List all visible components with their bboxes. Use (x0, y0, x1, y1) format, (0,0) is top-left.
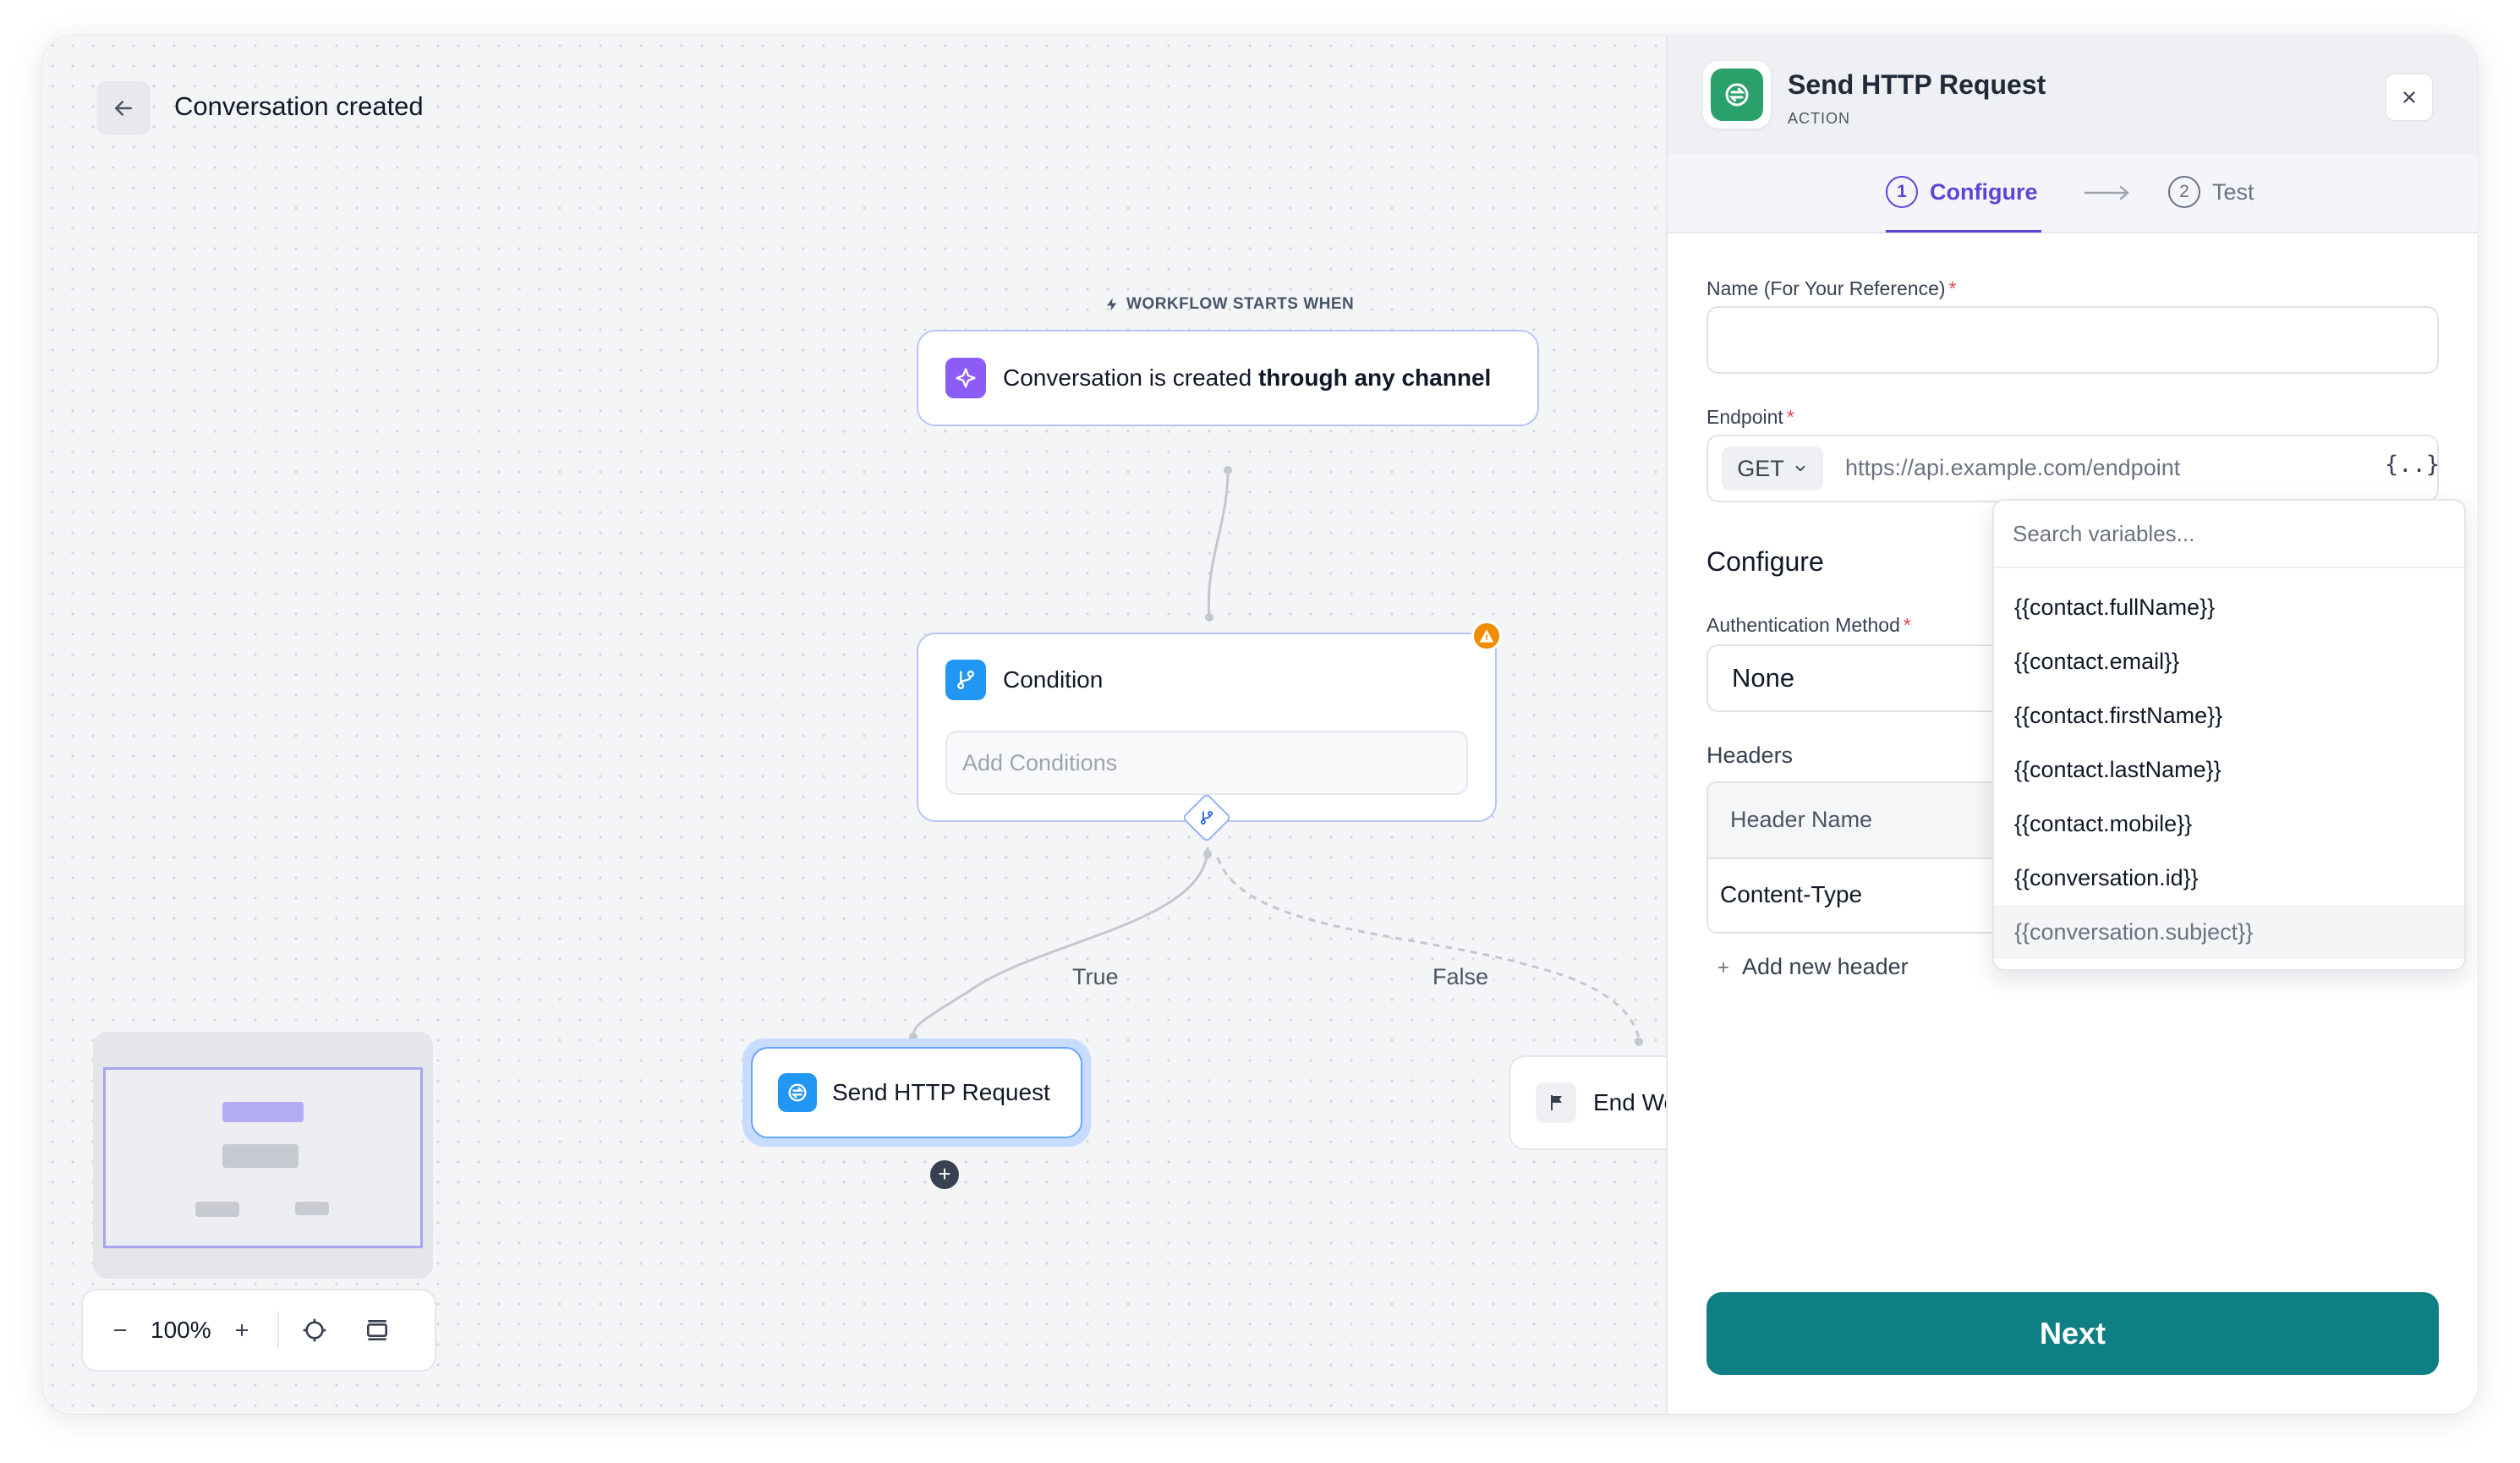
plus-icon (235, 1324, 248, 1336)
workflow-canvas[interactable]: Conversation created WORKFLOW STARTS WHE… (42, 36, 1796, 1414)
chevron-down-icon (1795, 465, 1805, 472)
name-field-label: Name (For Your Reference) * (1706, 277, 1957, 299)
plus-icon (1718, 962, 1728, 973)
globe-icon (778, 1073, 817, 1112)
list-item[interactable]: {{contact.email}} (1994, 634, 2464, 688)
true-edge-label: True (1067, 964, 1124, 990)
step-test[interactable]: 2 Test (2168, 176, 2254, 208)
branch-icon (945, 660, 986, 700)
add-conditions-input[interactable]: Add Conditions (945, 731, 1468, 795)
zoom-toolbar: 100% (81, 1289, 436, 1372)
header-name-column: Header Name (1730, 807, 1873, 832)
http-node-title: Send HTTP Request (832, 1079, 1050, 1105)
add-header-button[interactable]: Add new header (1715, 954, 1909, 980)
condition-header: Condition (945, 660, 1103, 700)
layers-icon (366, 1320, 387, 1340)
step-number: 2 (2168, 176, 2200, 208)
minimap-node (195, 1202, 239, 1217)
steps-bar: 1 Configure 2 Test (1668, 154, 2478, 233)
list-item[interactable]: {{contact.mobile}} (1994, 797, 2464, 851)
minus-icon (114, 1329, 126, 1331)
http-request-node[interactable]: Send HTTP Request (742, 1038, 1091, 1147)
variables-search-input[interactable]: Search variables... (1994, 501, 2464, 568)
panel-header: Send HTTP Request ACTION (1668, 36, 2478, 154)
close-icon (2403, 91, 2415, 103)
fit-view-button[interactable] (359, 1312, 396, 1349)
zoom-level: 100% (151, 1317, 211, 1343)
list-item[interactable]: {{contact.firstName}} (1994, 688, 2464, 742)
active-step-indicator (1886, 230, 2041, 233)
endpoint-label: Endpoint * (1706, 406, 1794, 428)
condition-title: Condition (1003, 666, 1104, 693)
false-edge-label: False (1427, 964, 1494, 990)
toolbar-divider (277, 1312, 279, 1349)
close-button[interactable] (2385, 73, 2434, 122)
panel-title: Send HTTP Request (1788, 69, 2046, 100)
add-step-button[interactable]: + (930, 1160, 959, 1189)
minimap-node (222, 1102, 304, 1122)
app-window: Conversation created WORKFLOW STARTS WHE… (42, 36, 2478, 1414)
endpoint-field[interactable]: GET https://api.example.com/endpoint {..… (1706, 435, 2440, 502)
list-item[interactable]: {{contact.fullName}} (1994, 580, 2464, 634)
header-name-cell[interactable]: Content-Type (1720, 881, 1862, 908)
step-configure[interactable]: 1 Configure (1886, 176, 2038, 208)
end-node-title: End Wo (1593, 1089, 1678, 1115)
step-number: 1 (1886, 176, 1918, 208)
configure-section-title: Configure (1706, 546, 1824, 577)
sparkle-icon (945, 358, 986, 398)
panel-subtitle: ACTION (1788, 110, 1851, 127)
minimap-viewport[interactable] (103, 1067, 423, 1248)
globe-icon (1711, 68, 1763, 121)
action-config-panel: Send HTTP Request ACTION 1 Configure 2 T… (1666, 36, 2478, 1414)
flag-icon (1536, 1082, 1576, 1123)
list-item[interactable]: {{conversation.subject}} (1994, 905, 2464, 959)
headers-title: Headers (1706, 742, 1794, 768)
lightning-icon (1107, 298, 1117, 311)
list-item[interactable]: {{conversation.id}} (1994, 851, 2464, 905)
warning-icon (1471, 621, 1502, 651)
crosshair-icon (303, 1318, 326, 1342)
http-request-node-card[interactable]: Send HTTP Request (751, 1047, 1082, 1138)
step-label: Test (2212, 178, 2254, 205)
variables-button[interactable]: {..} (2385, 452, 2440, 478)
variables-list: {{contact.fullName}} {{contact.email}} {… (1994, 568, 2464, 959)
action-icon-wrapper (1703, 61, 1771, 129)
branch-icon (1198, 809, 1215, 826)
workflow-starts-label: WORKFLOW STARTS WHEN (1104, 295, 1354, 314)
list-item[interactable]: {{contact.lastName}} (1994, 742, 2464, 797)
name-input[interactable] (1706, 306, 2439, 374)
next-button[interactable]: Next (1706, 1292, 2439, 1375)
trigger-description: Conversation is created through any chan… (1003, 364, 1492, 391)
http-method-select[interactable]: GET (1722, 447, 1823, 490)
step-label: Configure (1930, 178, 2038, 205)
zoom-out-button[interactable] (101, 1312, 139, 1349)
arrow-right-icon (2084, 185, 2129, 200)
minimap[interactable] (93, 1032, 433, 1279)
minimap-node (295, 1202, 329, 1215)
recenter-button[interactable] (296, 1312, 333, 1349)
endpoint-input[interactable]: https://api.example.com/endpoint (1845, 455, 2180, 481)
auth-method-label: Authentication Method * (1706, 614, 1911, 636)
variables-dropdown: Search variables... {{contact.fullName}}… (1992, 499, 2466, 971)
trigger-node[interactable]: Conversation is created through any chan… (917, 330, 1539, 426)
minimap-node (222, 1144, 299, 1168)
zoom-in-button[interactable] (223, 1312, 260, 1349)
